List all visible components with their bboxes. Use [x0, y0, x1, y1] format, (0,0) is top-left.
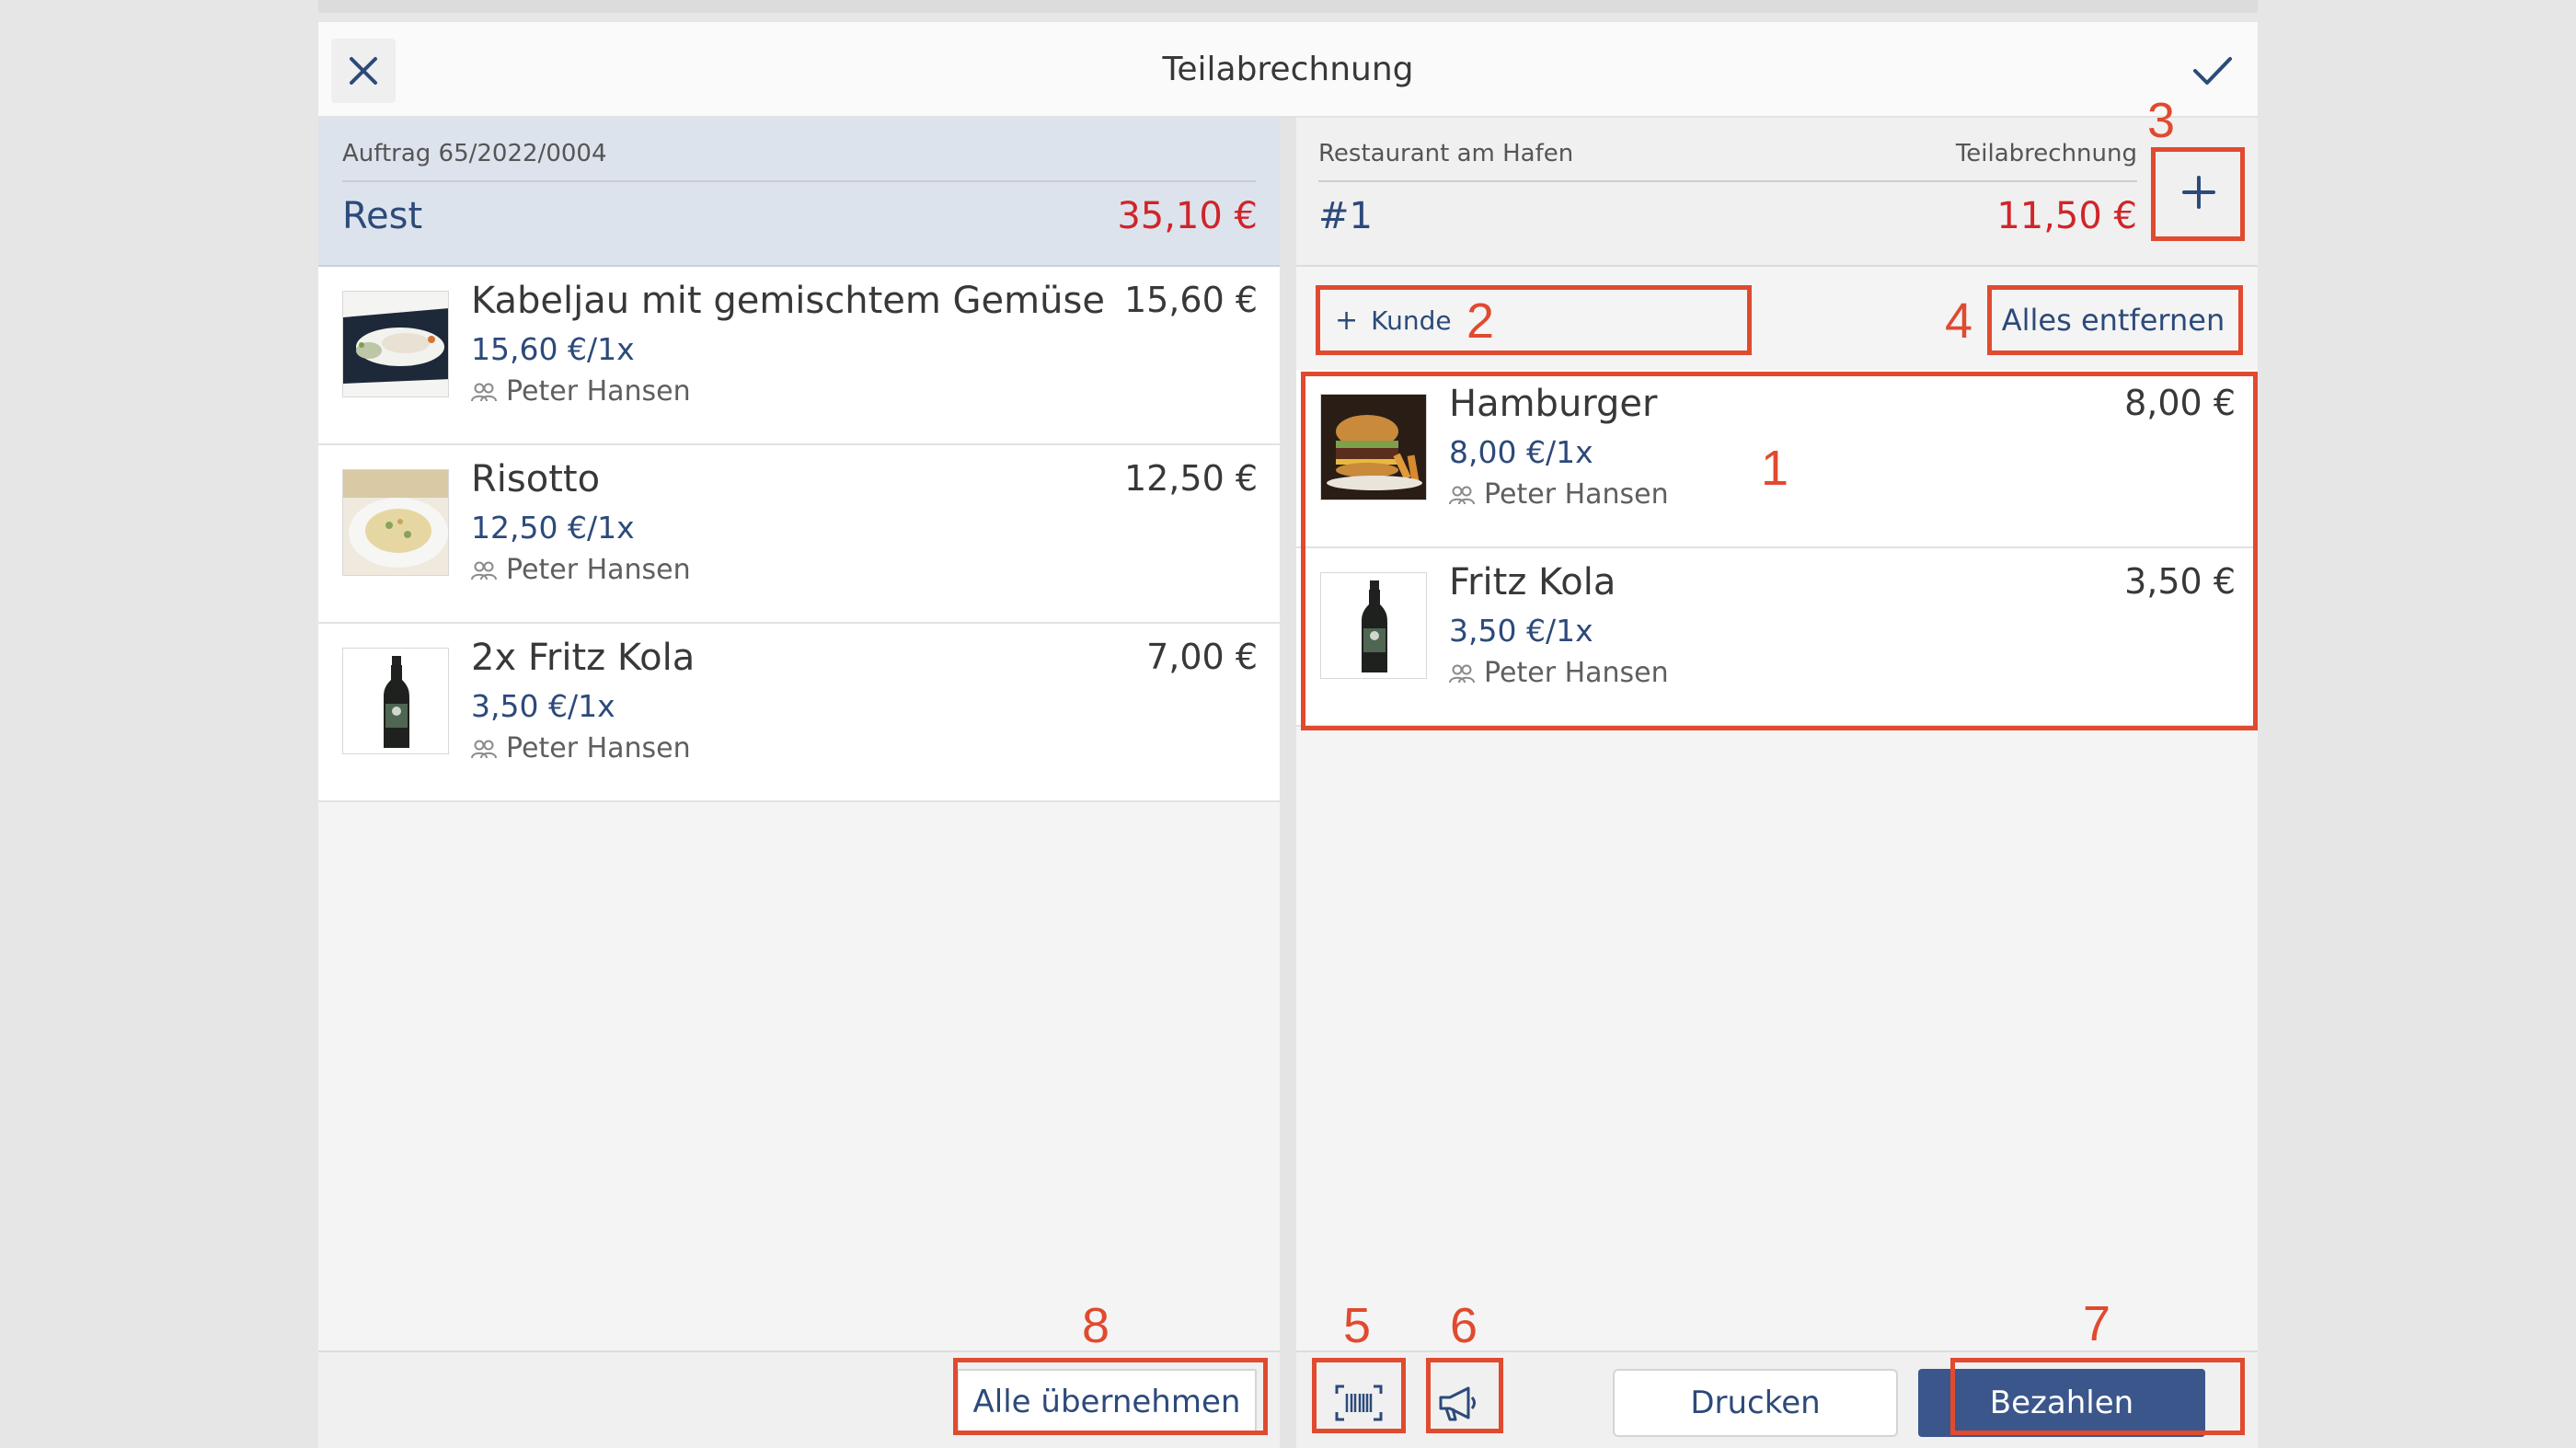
panel-divider: [1280, 118, 1296, 1448]
guests-icon: [471, 740, 497, 758]
item-price: 8,00 €: [2124, 383, 2236, 423]
bill-actions: + Kunde Alles entfernen: [1296, 267, 2258, 370]
item-guest: Peter Hansen: [1449, 657, 1669, 689]
guests-icon: [471, 383, 497, 401]
guest-name: Peter Hansen: [1484, 657, 1669, 689]
guests-icon: [1449, 664, 1475, 683]
close-icon: [350, 57, 377, 85]
item-price: 7,00 €: [1146, 637, 1258, 677]
header-divider: [342, 180, 1256, 182]
bill-amount: 11,50 €: [1996, 195, 2137, 237]
order-footer: Alle übernehmen: [318, 1350, 1280, 1448]
bill-number: #1: [1318, 195, 1373, 237]
backdrop-strip: [318, 0, 2258, 13]
item-guest: Peter Hansen: [1449, 478, 1669, 511]
barcode-button[interactable]: [1315, 1369, 1403, 1437]
plus-icon: [2182, 176, 2215, 209]
checkmark-icon: [2193, 57, 2232, 85]
item-name: 2x Fritz Kola: [471, 637, 696, 679]
guests-icon: [1449, 486, 1475, 504]
bill-type-label: Teilabrechnung: [1955, 140, 2137, 167]
header-divider: [1318, 180, 2137, 182]
bill-header: Restaurant am Hafen Teilabrechnung #1 11…: [1296, 118, 2258, 267]
item-unit-price: 3,50 €/1x: [1449, 613, 1593, 649]
annotation-number-4: 4: [1945, 293, 1973, 349]
guest-name: Peter Hansen: [506, 375, 691, 408]
print-button[interactable]: Drucken: [1613, 1369, 1898, 1437]
item-name: Hamburger: [1449, 383, 1658, 425]
plus-icon: +: [1335, 304, 1359, 337]
item-name: Fritz Kola: [1449, 561, 1616, 603]
annotation-number-7: 7: [2083, 1296, 2111, 1351]
item-unit-price: 15,60 €/1x: [471, 331, 635, 367]
annotation-number-1: 1: [1761, 441, 1789, 496]
remainder-amount: 35,10 €: [1117, 195, 1258, 237]
guest-name: Peter Hansen: [506, 554, 691, 586]
item-unit-price: 12,50 €/1x: [471, 510, 635, 546]
dialog-title: Teilabrechnung: [1162, 51, 1414, 88]
confirm-button[interactable]: [2180, 39, 2245, 103]
add-customer-label: Kunde: [1371, 305, 1452, 336]
order-item[interactable]: 2x Fritz Kola 3,50 €/1x Peter Hansen 7,0…: [318, 624, 1280, 802]
bill-footer: Drucken Bezahlen: [1296, 1350, 2258, 1448]
restaurant-name: Restaurant am Hafen: [1318, 140, 1574, 167]
annotation-number-5: 5: [1343, 1298, 1372, 1353]
pay-button[interactable]: Bezahlen: [1918, 1369, 2205, 1437]
annotation-number-6: 6: [1450, 1298, 1478, 1353]
announce-button[interactable]: [1423, 1369, 1493, 1437]
item-name: Risotto: [471, 458, 601, 500]
barcode-scan-icon: [1335, 1385, 1383, 1421]
order-number: Auftrag 65/2022/0004: [342, 140, 607, 167]
split-bill-dialog: Teilabrechnung Auftrag 65/2022/0004 Rest…: [318, 22, 2258, 1448]
order-item[interactable]: Kabeljau mit gemischtem Gemüse 15,60 €/1…: [318, 267, 1280, 445]
dialog-header: Teilabrechnung: [318, 22, 2258, 118]
take-all-button[interactable]: Alle übernehmen: [957, 1369, 1257, 1435]
item-unit-price: 3,50 €/1x: [471, 688, 615, 724]
order-header: Auftrag 65/2022/0004 Rest 35,10 €: [318, 118, 1280, 267]
close-button[interactable]: [331, 39, 396, 103]
burger-image: [1320, 394, 1427, 500]
split-bill-panel: Restaurant am Hafen Teilabrechnung #1 11…: [1296, 118, 2258, 1448]
guest-name: Peter Hansen: [506, 732, 691, 764]
annotation-number-3: 3: [2147, 93, 2176, 148]
annotation-number-2: 2: [1466, 293, 1495, 349]
guest-name: Peter Hansen: [1484, 478, 1669, 511]
bill-item[interactable]: Fritz Kola 3,50 €/1x Peter Hansen 3,50 €: [1296, 548, 2258, 727]
megaphone-icon: [1439, 1386, 1476, 1421]
add-bill-button[interactable]: [2154, 149, 2244, 236]
order-item[interactable]: Risotto 12,50 €/1x Peter Hansen 12,50 €: [318, 445, 1280, 624]
item-guest: Peter Hansen: [471, 375, 691, 408]
add-customer-button[interactable]: + Kunde: [1322, 287, 1762, 353]
remainder-label: Rest: [342, 195, 423, 237]
item-price: 12,50 €: [1123, 458, 1258, 499]
item-guest: Peter Hansen: [471, 732, 691, 764]
item-name: Kabeljau mit gemischtem Gemüse: [471, 280, 1105, 322]
remove-all-button[interactable]: Alles entfernen: [1986, 287, 2240, 353]
order-panel: Auftrag 65/2022/0004 Rest 35,10 € Kabelj…: [318, 118, 1280, 1448]
item-price: 15,60 €: [1123, 280, 1258, 320]
cola-bottle-image: [1320, 572, 1427, 679]
annotation-number-8: 8: [1082, 1298, 1110, 1353]
risotto-dish-image: [342, 469, 449, 576]
item-price: 3,50 €: [2124, 561, 2236, 602]
guests-icon: [471, 561, 497, 580]
item-guest: Peter Hansen: [471, 554, 691, 586]
item-unit-price: 8,00 €/1x: [1449, 434, 1593, 470]
fish-dish-image: [342, 291, 449, 397]
cola-bottle-image: [342, 648, 449, 754]
